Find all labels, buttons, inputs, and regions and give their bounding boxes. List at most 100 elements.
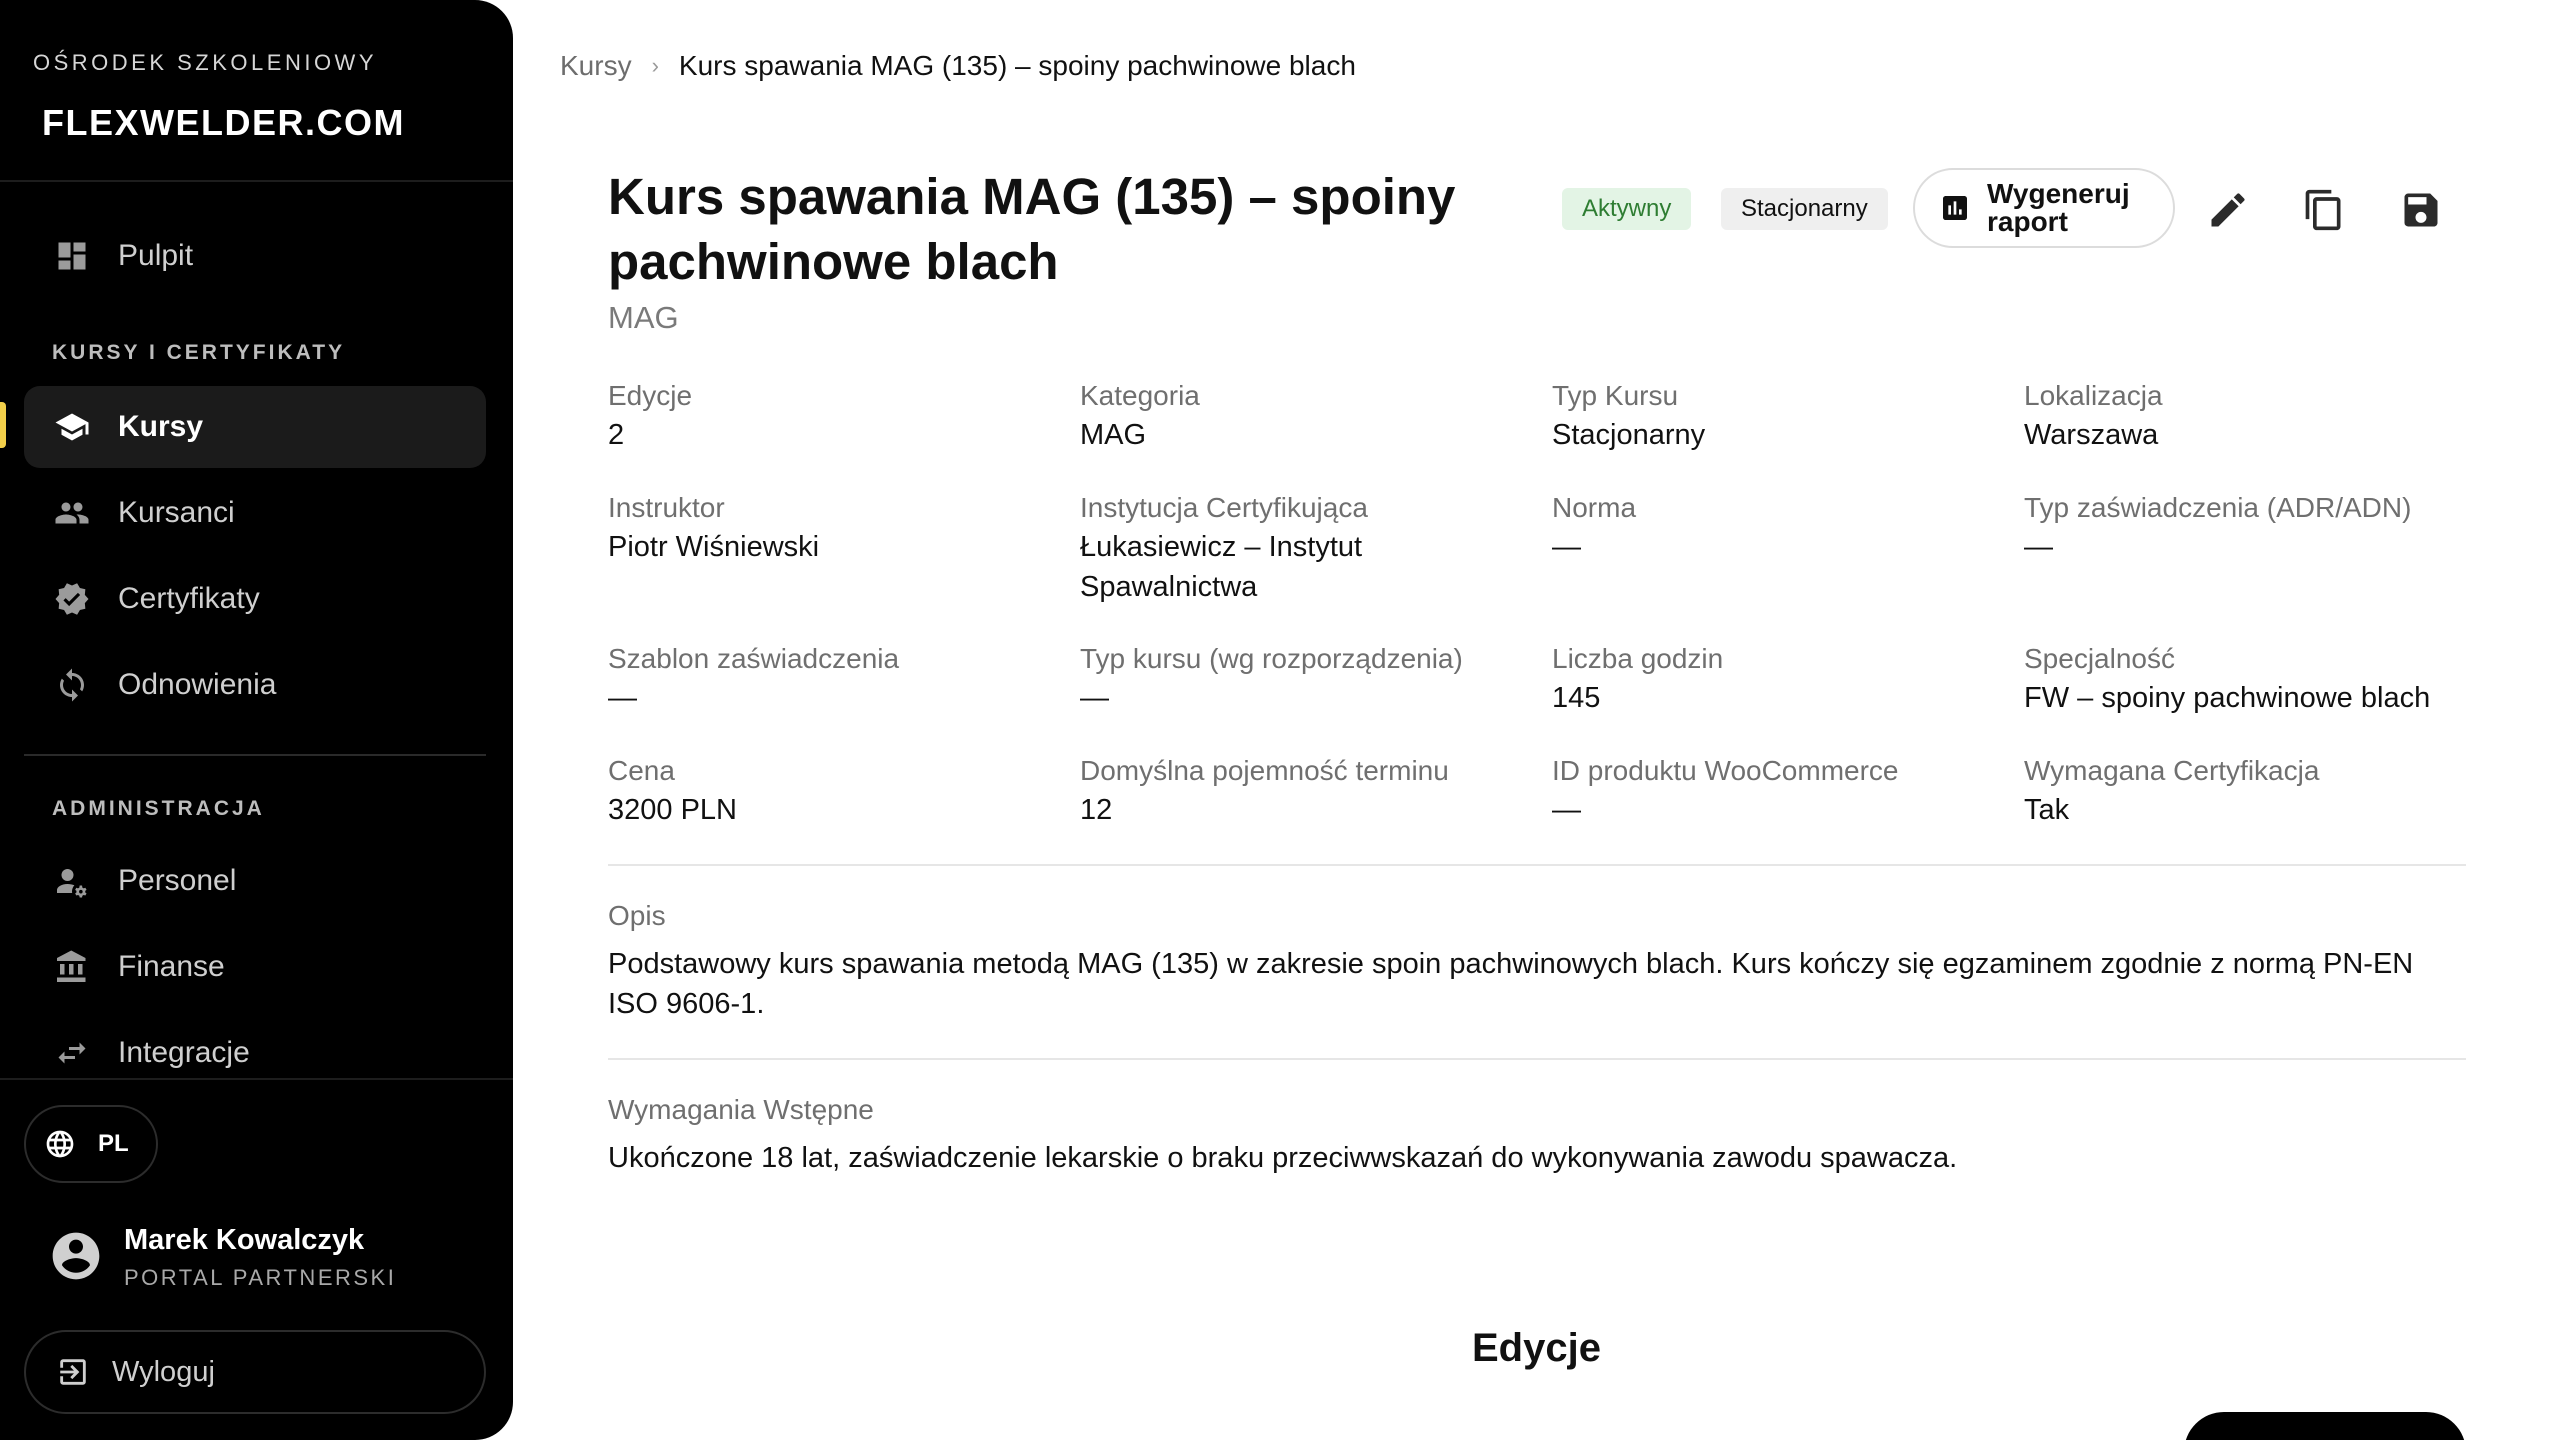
field-label: Norma	[1552, 492, 1637, 523]
section-label-admin: ADMINISTRACJA	[52, 797, 265, 820]
verified-icon	[52, 579, 92, 619]
breadcrumb: Kursy › Kurs spawania MAG (135) – spoiny…	[560, 50, 1356, 82]
globe-icon	[46, 1130, 74, 1158]
field-label: Cena	[608, 755, 675, 786]
sidebar-item-label: Odnowienia	[118, 668, 277, 701]
field-label: Edycje	[608, 380, 693, 411]
sync-arrows-icon	[52, 1033, 92, 1073]
renew-icon	[52, 665, 92, 705]
field-typ-kursu-rozporzadzenie: Typ kursu (wg rozporządzenia) —	[1080, 640, 1520, 718]
field-value: —	[1080, 682, 1109, 714]
status-badge: Aktywny	[1562, 188, 1692, 230]
field-value: Tak	[2024, 794, 2070, 826]
field-label: Specjalność	[2024, 643, 2175, 674]
field-value: MAG	[1080, 419, 1147, 451]
field-lokalizacja: Lokalizacja Warszawa	[2024, 377, 2464, 455]
field-value: 2	[608, 419, 625, 451]
field-label: Liczba godzin	[1552, 643, 1724, 674]
field-wymagana-certyfikacja: Wymagana Certyfikacja Tak	[2024, 752, 2464, 830]
sidebar-item-pulpit[interactable]: Pulpit	[24, 215, 486, 297]
field-value: Piotr Wiśniewski	[608, 531, 820, 563]
page-subtitle: MAG	[608, 300, 679, 335]
type-badge: Stacjonarny	[1721, 188, 1888, 230]
active-indicator	[0, 402, 6, 448]
field-value: Stacjonarny	[1552, 419, 1706, 451]
breadcrumb-current: Kurs spawania MAG (135) – spoiny pachwin…	[678, 50, 1356, 81]
field-value: 145	[1552, 682, 1601, 714]
copy-icon	[2305, 189, 2341, 231]
field-label: Szablon zaświadczenia	[608, 643, 900, 674]
brand-subtitle: OŚRODEK SZKOLENIOWY	[33, 50, 377, 75]
field-label: Instruktor	[608, 492, 725, 523]
dashboard-icon	[52, 236, 92, 276]
field-typ-zaswiadczenia: Typ zaświadczenia (ADR/ADN) —	[2024, 489, 2464, 567]
avatar	[48, 1228, 104, 1284]
people-icon	[52, 493, 92, 533]
section-divider	[608, 864, 2466, 866]
sidebar-item-personel[interactable]: Personel	[24, 840, 486, 922]
bank-icon	[52, 947, 92, 987]
section-label-courses: KURSY I CERTYFIKATY	[52, 341, 346, 364]
generate-report-button[interactable]: Wygeneruj raport	[1913, 168, 2175, 248]
field-value: Łukasiewicz – Instytut Spawalnictwa	[1080, 531, 1363, 603]
field-kategoria: Kategoria MAG	[1080, 377, 1520, 455]
field-instytucja-certyfikujaca: Instytucja Certyfikująca Łukasiewicz – I…	[1080, 489, 1440, 607]
duplicate-button[interactable]	[2300, 186, 2348, 234]
prerequisites-text: Ukończone 18 lat, zaświadczenie lekarski…	[608, 1142, 1958, 1174]
language-switcher[interactable]: PL	[24, 1105, 158, 1183]
edit-button[interactable]	[2204, 186, 2252, 234]
field-label: Domyślna pojemność terminu	[1080, 755, 1449, 786]
sidebar-item-label: Certyfikaty	[118, 582, 260, 615]
account-circle-icon	[52, 1232, 100, 1280]
staff-icon	[52, 861, 92, 901]
add-edition-button[interactable]	[2184, 1412, 2466, 1440]
field-value: —	[1552, 794, 1581, 826]
prerequisites-label: Wymagania Wstępne	[608, 1094, 874, 1125]
logout-label: Wyloguj	[112, 1355, 215, 1388]
language-label: PL	[98, 1130, 129, 1157]
field-id-produktu-woocommerce: ID produktu WooCommerce —	[1552, 752, 1992, 830]
sidebar-item-certyfikaty[interactable]: Certyfikaty	[24, 558, 486, 640]
user-name: Marek Kowalczyk	[124, 1224, 365, 1256]
field-domyslna-pojemnosc: Domyślna pojemność terminu 12	[1080, 752, 1520, 830]
sidebar-item-odnowienia[interactable]: Odnowienia	[24, 644, 486, 726]
section-divider	[608, 1058, 2466, 1060]
field-value: —	[608, 682, 637, 714]
description-label: Opis	[608, 900, 666, 931]
floppy-disk-icon	[2404, 193, 2438, 227]
field-cena: Cena 3200 PLN	[608, 752, 1048, 830]
sidebar-item-label: Finanse	[118, 950, 225, 983]
brand-logo[interactable]: FLEXWELDER.COM	[42, 102, 405, 144]
field-norma: Norma —	[1552, 489, 1992, 567]
description-text: Podstawowy kurs spawania metodą MAG (135…	[608, 948, 2414, 1020]
field-value: —	[1552, 531, 1581, 563]
field-szablon-zaswiadczenia: Szablon zaświadczenia —	[608, 640, 1048, 718]
logout-button[interactable]: Wyloguj	[24, 1330, 486, 1414]
field-value: 3200 PLN	[608, 794, 737, 826]
chevron-right-icon: ›	[651, 53, 659, 78]
field-value: FW – spoiny pachwinowe blach	[2024, 682, 2431, 714]
field-typ-kursu: Typ Kursu Stacjonarny	[1552, 377, 1992, 455]
sidebar-item-integracje[interactable]: Integracje	[24, 1012, 486, 1094]
editions-heading: Edycje	[1472, 1326, 1601, 1370]
school-icon	[52, 407, 92, 447]
field-edycje: Edycje 2	[608, 377, 1048, 455]
sidebar-item-label: Integracje	[118, 1036, 250, 1069]
sidebar-divider	[0, 180, 513, 182]
sidebar-item-kursanci[interactable]: Kursanci	[24, 472, 486, 554]
field-label: Instytucja Certyfikująca	[1080, 492, 1368, 523]
field-liczba-godzin: Liczba godzin 145	[1552, 640, 1992, 718]
field-specjalnosc: Specjalność FW – spoiny pachwinowe blach	[2024, 640, 2464, 718]
field-instruktor: Instruktor Piotr Wiśniewski	[608, 489, 1048, 567]
breadcrumb-link-kursy[interactable]: Kursy	[560, 50, 632, 82]
sidebar-item-kursy[interactable]: Kursy	[24, 386, 486, 468]
field-value: —	[2024, 531, 2053, 563]
sidebar-item-finanse[interactable]: Finanse	[24, 926, 486, 1008]
generate-report-label: Wygeneruj raport	[1987, 178, 2130, 237]
field-label: Wymagana Certyfikacja	[2024, 755, 2320, 786]
save-button[interactable]	[2397, 186, 2445, 234]
sidebar-divider	[24, 754, 486, 756]
sidebar-divider	[0, 1078, 513, 1080]
user-role: PORTAL PARTNERSKI	[124, 1265, 397, 1290]
field-label: Typ zaświadczenia (ADR/ADN)	[2024, 492, 2412, 523]
